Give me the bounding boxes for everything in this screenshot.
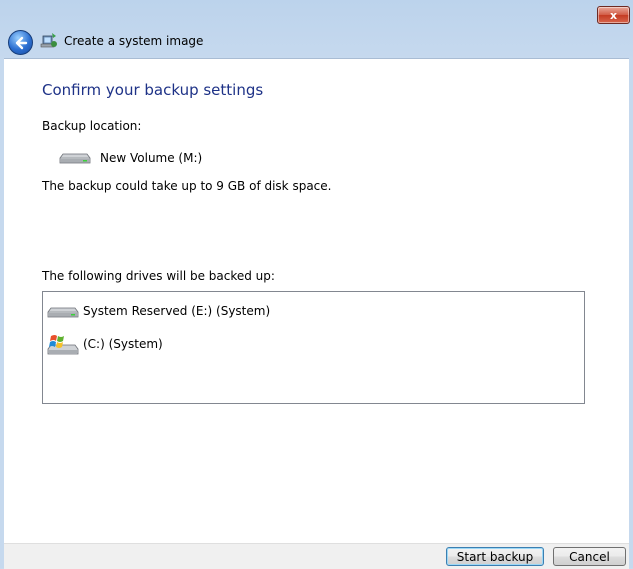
list-item[interactable]: System Reserved (E:) (System)	[47, 300, 347, 322]
list-item[interactable]: (C:) (System)	[47, 333, 347, 355]
window-frame: x Create a system image Confirm your bac…	[0, 0, 633, 569]
start-backup-button[interactable]: Start backup	[446, 547, 544, 566]
close-icon: x	[609, 8, 618, 22]
backup-app-icon	[40, 33, 57, 48]
windows-drive-icon	[47, 335, 79, 355]
drive-name: System Reserved (E:) (System)	[83, 304, 271, 318]
button-bar: Start backup Cancel	[4, 543, 629, 569]
hard-drive-icon	[47, 307, 79, 318]
disk-space-note: The backup could take up to 9 GB of disk…	[42, 179, 332, 193]
drive-name: (C:) (System)	[83, 337, 163, 351]
cancel-button[interactable]: Cancel	[553, 547, 626, 566]
content-panel: Confirm your backup settings Backup loca…	[4, 58, 629, 544]
drives-label: The following drives will be backed up:	[42, 269, 275, 283]
back-button[interactable]	[8, 30, 33, 55]
drives-list[interactable]: System Reserved (E:) (System) (C:) (Syst…	[42, 291, 585, 404]
backup-location-value: New Volume (M:)	[100, 151, 203, 165]
hard-drive-icon	[59, 153, 91, 164]
back-arrow-icon	[15, 36, 27, 49]
backup-location-label: Backup location:	[42, 119, 142, 133]
page-heading: Confirm your backup settings	[42, 81, 264, 99]
close-button[interactable]: x	[597, 6, 630, 24]
window-title: Create a system image	[64, 34, 204, 48]
